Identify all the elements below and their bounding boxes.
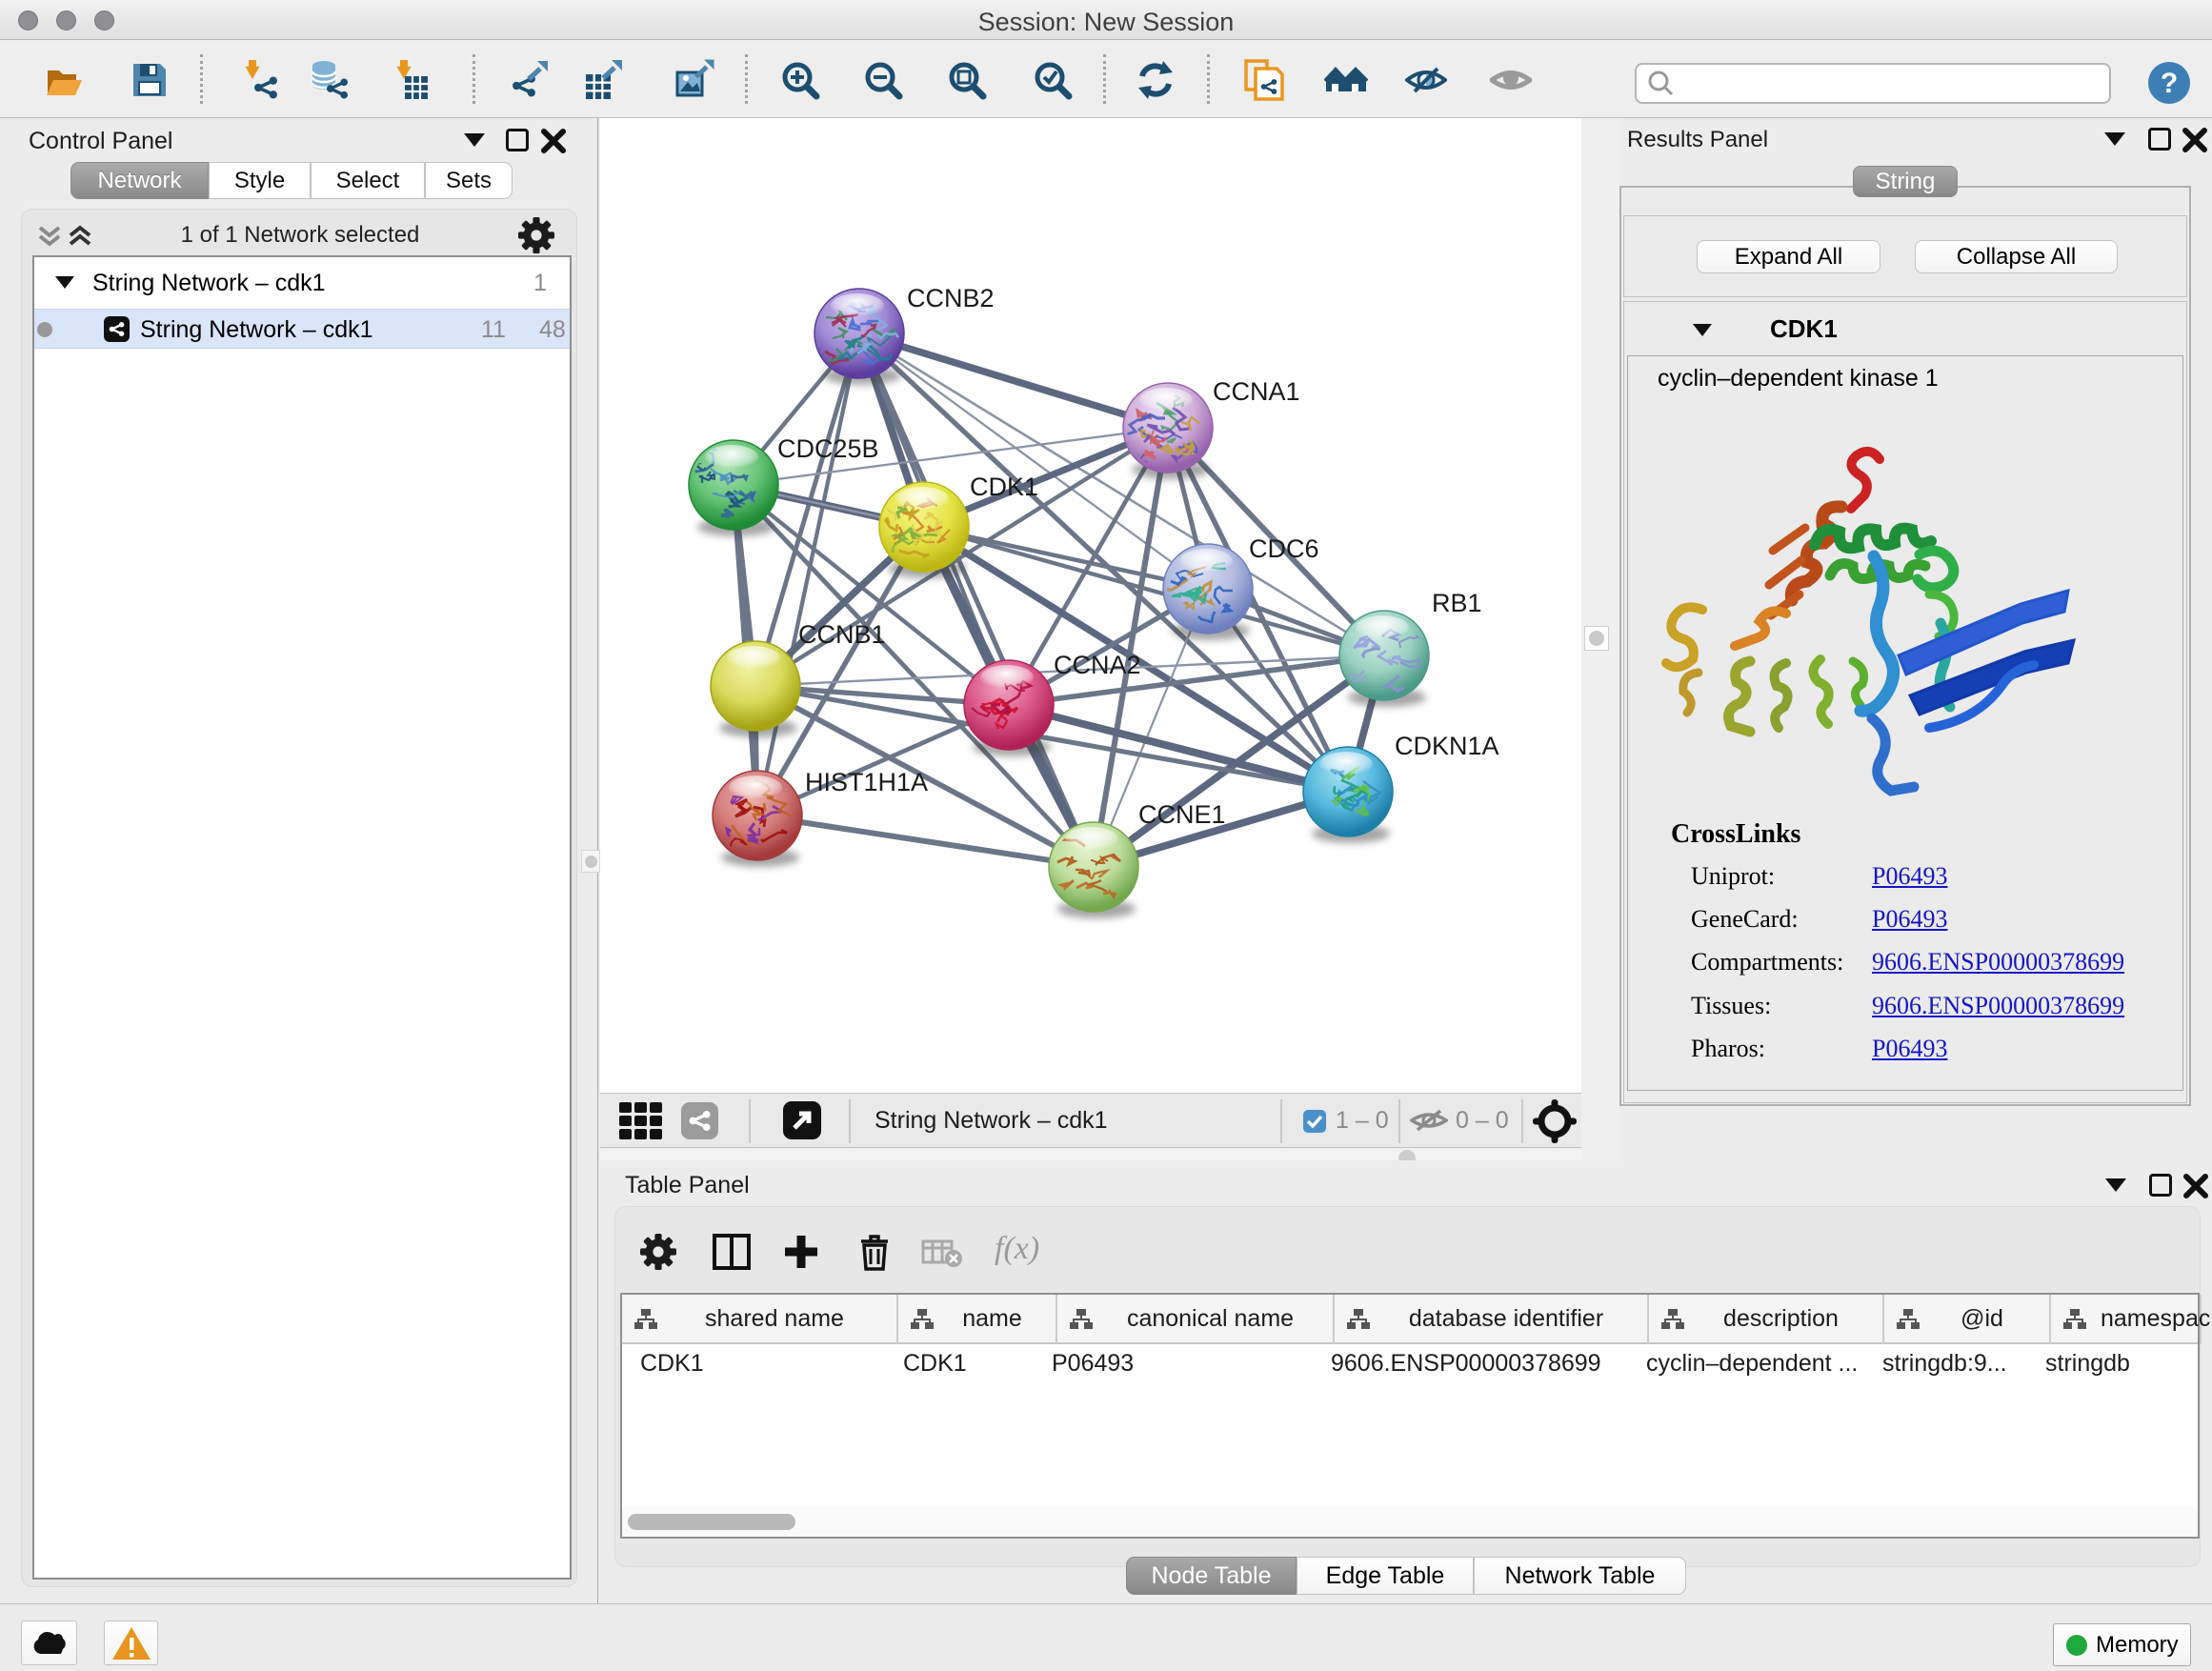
svg-text:?: ? [2161, 68, 2178, 99]
svg-text:CDK1: CDK1 [970, 473, 1038, 501]
svg-text:CCNA2: CCNA2 [1054, 651, 1141, 679]
svg-text:CCNB2: CCNB2 [907, 284, 995, 312]
svg-text:CDC25B: CDC25B [777, 434, 879, 463]
svg-text:HIST1H1A: HIST1H1A [805, 768, 928, 796]
svg-text:CDKN1A: CDKN1A [1395, 732, 1499, 760]
svg-text:CCNE1: CCNE1 [1138, 800, 1226, 829]
svg-text:CCNA1: CCNA1 [1213, 377, 1300, 406]
svg-text:CDC6: CDC6 [1249, 534, 1319, 563]
svg-text:CCNB1: CCNB1 [798, 620, 886, 649]
svg-text:RB1: RB1 [1432, 589, 1482, 617]
